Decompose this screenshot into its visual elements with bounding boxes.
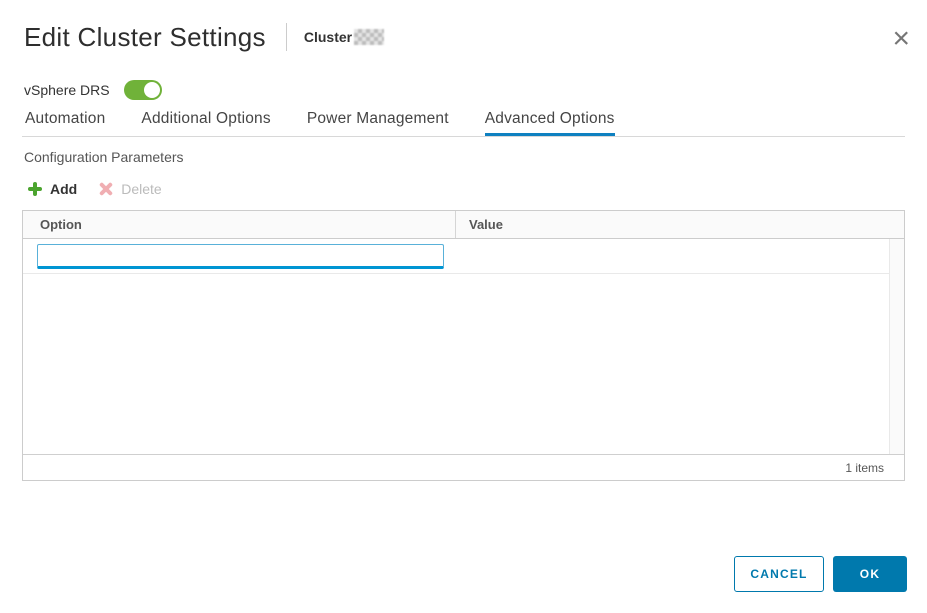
tab-power-management[interactable]: Power Management bbox=[307, 106, 449, 136]
close-icon[interactable]: × bbox=[890, 24, 912, 54]
add-button-label: Add bbox=[50, 181, 77, 197]
toggle-knob bbox=[144, 82, 160, 98]
scrollbar-track bbox=[889, 239, 904, 454]
page-title: Edit Cluster Settings bbox=[24, 22, 266, 53]
configuration-parameters-grid: Option Value 1 items bbox=[22, 210, 905, 481]
vsphere-drs-label: vSphere DRS bbox=[24, 82, 110, 98]
vsphere-drs-toggle[interactable] bbox=[124, 80, 162, 100]
tab-automation[interactable]: Automation bbox=[25, 106, 105, 136]
tab-advanced-options[interactable]: Advanced Options bbox=[485, 106, 615, 136]
x-icon bbox=[99, 182, 113, 196]
option-input[interactable] bbox=[37, 244, 444, 269]
grid-header: Option Value bbox=[23, 211, 904, 239]
drs-toggle-row: vSphere DRS bbox=[24, 80, 162, 100]
redacted-cluster-name bbox=[354, 29, 384, 45]
table-row[interactable] bbox=[23, 239, 904, 274]
cancel-button[interactable]: CANCEL bbox=[734, 556, 824, 592]
delete-button[interactable]: Delete bbox=[99, 181, 161, 197]
grid-toolbar: Add Delete bbox=[28, 181, 162, 197]
cluster-context-label: Cluster bbox=[304, 29, 352, 45]
settings-tabs: Automation Additional Options Power Mana… bbox=[22, 106, 905, 137]
grid-footer: 1 items bbox=[23, 454, 904, 480]
grid-body bbox=[23, 239, 904, 454]
ok-button[interactable]: OK bbox=[833, 556, 907, 592]
column-header-value: Value bbox=[456, 211, 904, 238]
section-heading: Configuration Parameters bbox=[24, 149, 184, 165]
delete-button-label: Delete bbox=[121, 181, 161, 197]
edit-cluster-settings-dialog: Edit Cluster Settings Cluster × vSphere … bbox=[0, 0, 927, 613]
dialog-header: Edit Cluster Settings Cluster bbox=[24, 20, 384, 54]
dialog-actions: CANCEL OK bbox=[734, 556, 907, 592]
add-button[interactable]: Add bbox=[28, 181, 77, 197]
tab-additional-options[interactable]: Additional Options bbox=[141, 106, 270, 136]
plus-icon bbox=[28, 182, 42, 196]
title-divider bbox=[286, 23, 287, 51]
items-count: 1 items bbox=[845, 461, 884, 475]
column-header-option: Option bbox=[23, 211, 456, 238]
